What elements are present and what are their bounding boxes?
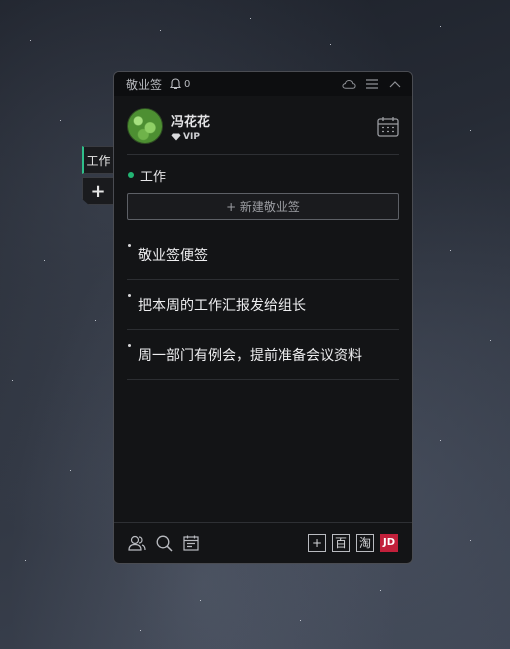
- note-item[interactable]: 敬业签便签: [127, 230, 399, 280]
- search-icon: [156, 535, 173, 552]
- bottom-toolbar: + 百 淘 JD: [114, 522, 412, 563]
- user-info: 冯花花 VIP: [171, 111, 210, 142]
- schedule-icon: [183, 535, 199, 551]
- avatar[interactable]: [127, 108, 163, 144]
- plus-icon: +: [90, 180, 106, 202]
- category-name: 工作: [140, 169, 167, 185]
- taobao-shortcut-button[interactable]: 淘: [356, 534, 374, 552]
- calendar-icon: [377, 116, 399, 137]
- diamond-icon: [171, 133, 181, 140]
- calendar-button[interactable]: [377, 116, 399, 137]
- cloud-icon: [342, 79, 356, 89]
- baidu-shortcut-button[interactable]: 百: [332, 534, 350, 552]
- jd-shortcut-button[interactable]: JD: [380, 534, 398, 552]
- contacts-button[interactable]: [128, 534, 146, 552]
- user-header: 冯花花 VIP: [114, 96, 412, 147]
- vip-badge: VIP: [171, 132, 210, 142]
- notification-button[interactable]: 0: [170, 78, 190, 90]
- side-tab-label: 工作: [86, 153, 111, 168]
- app-title: 敬业签: [126, 77, 163, 92]
- category-dot: [128, 172, 134, 178]
- side-tab-work[interactable]: 工作: [82, 146, 113, 174]
- titlebar: 敬业签 0: [114, 72, 412, 96]
- note-item[interactable]: 把本周的工作汇报发给组长: [127, 280, 399, 330]
- notification-count: 0: [184, 78, 191, 90]
- menu-button[interactable]: [365, 77, 379, 91]
- user-name: 冯花花: [171, 114, 211, 130]
- add-category-button[interactable]: +: [82, 177, 113, 205]
- add-shortcut-button[interactable]: +: [308, 534, 326, 552]
- menu-icon: [366, 79, 378, 89]
- note-text: 周一部门有例会，提前准备会议资料: [138, 347, 362, 364]
- chevron-up-icon: [389, 81, 401, 88]
- note-text: 敬业签便签: [138, 247, 208, 264]
- search-button[interactable]: [155, 534, 173, 552]
- vip-label: VIP: [183, 131, 200, 142]
- new-note-button[interactable]: + 新建敬业签: [127, 193, 399, 220]
- schedule-button[interactable]: [182, 534, 200, 552]
- sticky-note-panel: 敬业签 0 冯花花 VIP 工作 + 新建敬业签 敬业签便签 把本周的工作汇报发…: [113, 71, 413, 564]
- note-list: 敬业签便签 把本周的工作汇报发给组长 周一部门有例会，提前准备会议资料: [114, 230, 412, 380]
- collapse-button[interactable]: [388, 77, 402, 91]
- category-header[interactable]: 工作: [114, 155, 412, 195]
- cloud-sync-button[interactable]: [342, 77, 356, 91]
- note-text: 把本周的工作汇报发给组长: [138, 297, 306, 314]
- contacts-icon: [128, 535, 146, 551]
- bell-icon: [170, 78, 182, 90]
- note-item[interactable]: 周一部门有例会，提前准备会议资料: [127, 330, 399, 380]
